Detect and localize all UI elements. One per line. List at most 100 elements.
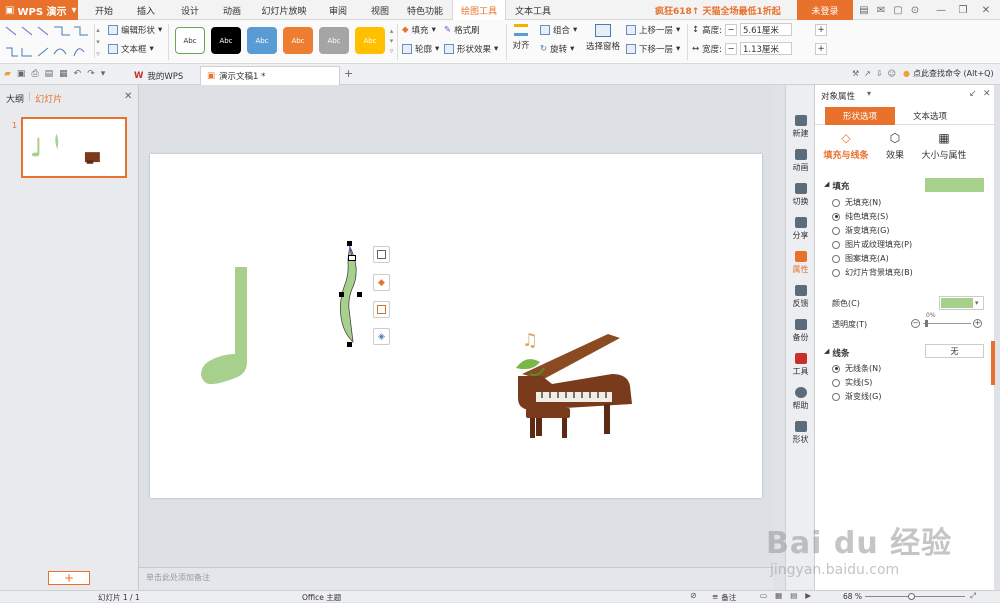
window-mode-icon[interactable]: ▢ (890, 2, 906, 18)
pin-icon[interactable]: ↙ (969, 89, 977, 99)
skin-icon[interactable]: ▤ (856, 2, 872, 18)
height-increment[interactable]: + (815, 23, 827, 36)
notes-field[interactable]: 单击此处添加备注 (139, 567, 773, 590)
gallery-scroll[interactable]: ▴ ▾ ▿ (94, 24, 101, 58)
color-picker[interactable]: ▾ (939, 296, 984, 310)
resize-handle-bottom[interactable] (347, 342, 352, 347)
user-icon[interactable]: ☺ (888, 69, 896, 78)
style-preset-white[interactable]: Abc (175, 27, 205, 54)
tab-review[interactable]: 审阅 (320, 0, 356, 20)
fill-option[interactable]: 渐变填充(G) (832, 224, 889, 237)
style-scroll[interactable]: ▴ ▾ ▿ (388, 26, 395, 56)
share-icon[interactable]: ↗ (864, 69, 871, 78)
strip-transition[interactable]: 切换 (786, 178, 815, 212)
line-option[interactable]: 渐变线(G) (832, 390, 881, 403)
selection-pane-button[interactable]: 选择窗格 (584, 24, 622, 60)
tab-drawing-tools[interactable]: 绘图工具 (452, 0, 506, 20)
subtab-effect[interactable]: ⬡ 效果 (875, 131, 915, 161)
resize-handle-left[interactable] (339, 292, 344, 297)
style-preset-gold[interactable]: Abc (355, 27, 385, 54)
height-decrement[interactable]: − (725, 23, 737, 36)
zoom-thumb[interactable] (908, 593, 915, 600)
tab-text-tools[interactable]: 文本工具 (508, 0, 558, 20)
tab-outline[interactable]: 大纲 (6, 92, 24, 105)
line-option[interactable]: 无线条(N) (832, 362, 881, 375)
line-type-display[interactable]: 无 (925, 344, 984, 358)
notes-toggle[interactable]: ≡ 备注 (712, 592, 736, 603)
adjust-handle[interactable] (348, 255, 356, 261)
chevron-down-icon[interactable]: ▾ (867, 89, 871, 98)
send-backward-button[interactable]: 下移一层 ▾ (626, 43, 680, 55)
rotate-handle[interactable] (347, 241, 352, 246)
export-pdf-icon[interactable]: ▦ (59, 69, 68, 79)
tab-home[interactable]: 开始 (86, 0, 122, 20)
shape-effect-button[interactable]: 形状效果 ▾ (444, 43, 498, 55)
strip-shape[interactable]: 形状 (786, 416, 815, 450)
zoom-level[interactable]: 68 % (843, 592, 862, 601)
float-edit-shape-icon[interactable] (373, 246, 390, 263)
format-brush-button[interactable]: ✎ 格式刷 (444, 24, 480, 36)
print-preview-icon[interactable]: ▤ (45, 69, 54, 79)
reading-view-icon[interactable]: ▤ (790, 591, 797, 600)
style-preset-blue[interactable]: Abc (247, 27, 277, 54)
bring-forward-button[interactable]: 上移一层 ▾ (626, 24, 680, 36)
print-icon[interactable]: ⎙ (31, 69, 38, 79)
close-icon[interactable]: ✕ (978, 2, 994, 18)
tools-icon[interactable]: ⚒ (852, 69, 859, 78)
zoom-slider[interactable] (865, 593, 965, 600)
group-button[interactable]: 组合 ▾ (540, 24, 577, 36)
radio-button[interactable] (832, 254, 840, 263)
undo-icon[interactable]: ↶ (74, 69, 82, 79)
strip-new[interactable]: 新建 (786, 110, 815, 144)
tab-slides[interactable]: 幻灯片 (35, 92, 62, 105)
restore-icon[interactable]: ❐ (955, 2, 971, 18)
close-icon[interactable]: ✕ (983, 89, 991, 99)
sorter-view-icon[interactable]: ▦ (775, 591, 782, 600)
strip-tools[interactable]: 工具 (786, 348, 815, 382)
fit-window-icon[interactable]: ⤢ (970, 591, 976, 601)
fill-option[interactable]: 图案填充(A) (832, 252, 889, 265)
fill-button[interactable]: ◆ 填充 ▾ (402, 24, 436, 36)
fill-option[interactable]: 幻灯片背景填充(B) (832, 266, 913, 279)
slide-thumbnail[interactable] (21, 117, 127, 178)
tab-features[interactable]: 特色功能 (400, 0, 450, 20)
increase-icon[interactable]: + (973, 319, 982, 328)
width-input[interactable]: 1.13厘米 (740, 42, 792, 55)
minimize-icon[interactable]: — (933, 2, 949, 18)
radio-button[interactable] (832, 240, 840, 249)
tab-insert[interactable]: 插入 (128, 0, 164, 20)
radio-button[interactable] (832, 212, 840, 221)
tab-shape-options[interactable]: 形状选项 (825, 107, 895, 125)
find-command-input[interactable]: ● 点此查找命令 (Alt+Q) (903, 68, 994, 79)
tab-my-wps[interactable]: W 我的WPS (128, 66, 198, 85)
pane-resize-grip[interactable] (991, 341, 995, 385)
tab-document[interactable]: ▣ 演示文稿1 * (200, 66, 340, 85)
redo-icon[interactable]: ↷ (87, 69, 95, 79)
tab-animation[interactable]: 动画 (214, 0, 250, 20)
float-fill-icon[interactable]: ◆ (373, 274, 390, 291)
strip-help[interactable]: 帮助 (786, 382, 815, 416)
strip-animation[interactable]: 动画 (786, 144, 815, 178)
strip-feedback[interactable]: 反馈 (786, 280, 815, 314)
tab-text-options[interactable]: 文本选项 (895, 107, 965, 125)
fill-section-header[interactable]: ◢ 填充 (824, 180, 849, 192)
tab-view[interactable]: 视图 (362, 0, 398, 20)
style-preset-orange[interactable]: Abc (283, 27, 313, 54)
fill-option[interactable]: 纯色填充(S) (832, 210, 888, 223)
outline-button[interactable]: 轮廓 ▾ (402, 43, 439, 55)
float-layer-icon[interactable]: ◈ (373, 328, 390, 345)
radio-button[interactable] (832, 268, 840, 277)
mail-icon[interactable]: ✉ (873, 2, 889, 18)
chevron-down-icon[interactable]: ▾ (101, 69, 106, 79)
shape-gallery[interactable] (4, 24, 92, 60)
float-outline-icon[interactable] (373, 301, 390, 318)
spell-check-icon[interactable]: ⊘ (690, 591, 697, 600)
promo-banner[interactable]: 疯狂618↑ 天猫全场最低1折起 (655, 0, 795, 20)
strip-backup[interactable]: 备份 (786, 314, 815, 348)
radio-button[interactable] (832, 226, 840, 235)
tab-slideshow[interactable]: 幻灯片放映 (256, 0, 312, 20)
width-increment[interactable]: + (815, 42, 827, 55)
app-menu-button[interactable]: ▣ WPS 演示 ▾ (0, 0, 78, 20)
radio-button[interactable] (832, 198, 840, 207)
resize-handle-right[interactable] (357, 292, 362, 297)
